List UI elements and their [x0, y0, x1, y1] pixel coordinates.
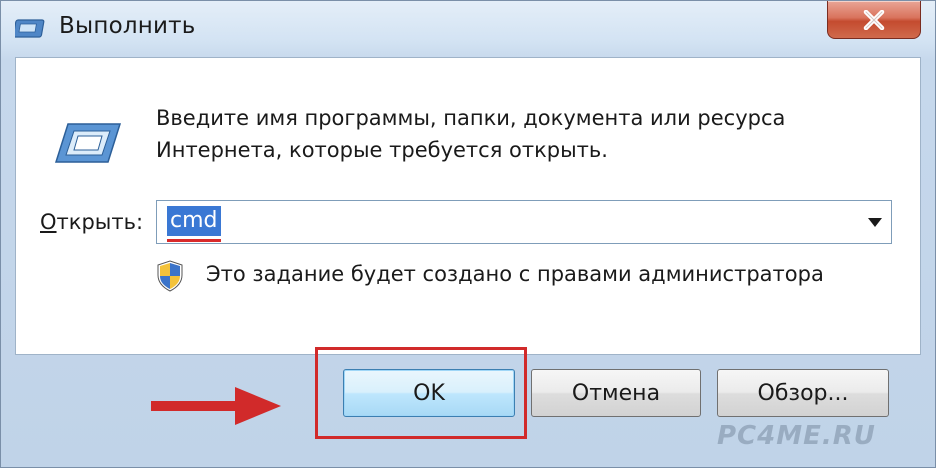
open-input-value[interactable]: cmd	[167, 206, 221, 242]
close-icon	[863, 9, 885, 30]
browse-button[interactable]: Обзор...	[717, 369, 889, 417]
red-arrow-icon	[151, 387, 281, 425]
admin-notice: Это задание будет создано с правами адми…	[206, 262, 824, 286]
uac-shield-icon	[157, 260, 183, 292]
run-icon	[54, 123, 122, 163]
description-line-2: Интернета, которые требуется открыть.	[156, 138, 608, 162]
dialog-client-area: Введите имя программы, папки, документа …	[15, 57, 921, 355]
watermark: PC4ME.RU	[717, 421, 876, 451]
window-title: Выполнить	[59, 13, 196, 39]
open-label: Открыть:	[40, 210, 143, 234]
run-dialog-window: Выполнить Введите имя программы, папки, …	[0, 0, 936, 468]
open-combobox[interactable]: cmd	[156, 200, 892, 244]
run-icon	[15, 19, 45, 38]
open-label-text: ткрыть:	[56, 210, 144, 234]
title-bar[interactable]: Выполнить	[1, 1, 936, 55]
close-button[interactable]	[827, 1, 921, 39]
ok-highlight-frame	[315, 347, 527, 439]
open-label-accelerator: О	[40, 210, 57, 234]
chevron-down-icon[interactable]	[867, 215, 883, 229]
description-text: Введите имя программы, папки, документа …	[156, 102, 876, 166]
cancel-button[interactable]: Отмена	[531, 369, 701, 417]
description-line-1: Введите имя программы, папки, документа …	[156, 106, 786, 130]
